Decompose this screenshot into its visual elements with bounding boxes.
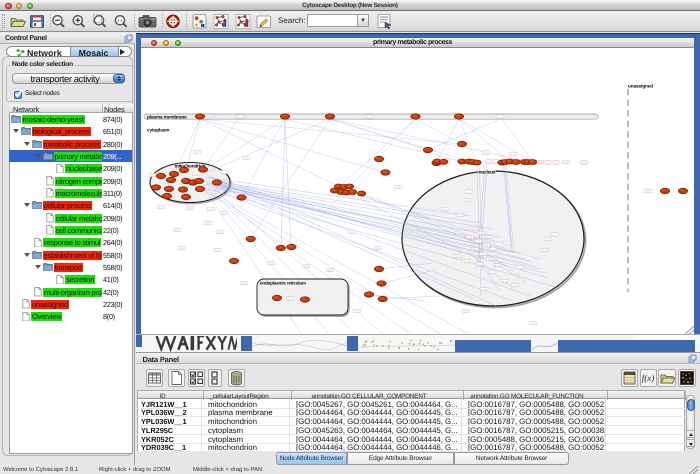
svg-text:[...]: [...] [175,229,179,232]
svg-text:[...]: [...] [467,190,471,193]
svg-text:[...]: [...] [304,265,308,268]
svg-text:[...]: [...] [531,322,535,325]
svg-text:[...]: [...] [206,222,210,225]
svg-text:[...]: [...] [484,151,488,154]
svg-text:[...]: [...] [180,247,184,250]
svg-text:[...]: [...] [355,310,359,313]
svg-text:[...]: [...] [495,264,499,267]
svg-text:[...]: [...] [468,236,472,239]
svg-text:[...]: [...] [473,248,477,251]
svg-text:1:1: 1:1 [117,18,123,23]
svg-text:[...]: [...] [159,206,163,209]
svg-text:[...]: [...] [646,190,650,193]
svg-text:[...]: [...] [443,208,447,211]
svg-text:[...]: [...] [458,214,462,217]
svg-text:[...]: [...] [269,262,273,265]
svg-text:[...]: [...] [487,236,491,239]
svg-text:[...]: [...] [481,253,485,256]
svg-text:[...]: [...] [215,249,219,252]
svg-text:[...]: [...] [222,171,226,174]
svg-text:[...]: [...] [503,280,507,283]
svg-text:[...]: [...] [494,160,498,163]
svg-text:[...]: [...] [479,232,483,235]
svg-text:[...]: [...] [554,161,558,164]
svg-text:[...]: [...] [464,260,468,263]
svg-text:[...]: [...] [376,247,380,250]
svg-text:[...]: [...] [150,174,154,177]
svg-text:endoplasmic reticulum: endoplasmic reticulum [260,280,306,285]
svg-text:[...]: [...] [553,233,557,236]
svg-text:[...]: [...] [546,238,550,241]
svg-text:[...]: [...] [511,153,515,156]
svg-text:[...]: [...] [328,269,332,272]
svg-text:[...]: [...] [456,255,460,258]
svg-text:[...]: [...] [491,248,495,251]
svg-text:unassigned: unassigned [628,83,653,88]
svg-text:[...]: [...] [498,115,502,118]
svg-text:[...]: [...] [367,115,371,118]
svg-text:[...]: [...] [188,207,192,210]
svg-text:[...]: [...] [488,258,492,261]
svg-text:[...]: [...] [195,151,199,154]
svg-text:[...]: [...] [490,271,494,274]
svg-text:[...]: [...] [209,208,213,211]
svg-text:[...]: [...] [564,161,568,164]
svg-text:[...]: [...] [242,282,246,285]
svg-text:[...]: [...] [464,310,468,313]
svg-text:[...]: [...] [218,231,222,234]
svg-text:[...]: [...] [546,161,550,164]
svg-text:[...]: [...] [238,115,242,118]
svg-text:[...]: [...] [484,244,488,247]
svg-text:[...]: [...] [505,242,509,245]
svg-text:plasma membrane: plasma membrane [147,114,187,119]
svg-text:cytoplasm: cytoplasm [147,127,169,132]
svg-text:[...]: [...] [503,252,507,255]
svg-text:[...]: [...] [582,161,586,164]
svg-text:[...]: [...] [513,284,517,287]
svg-text:[...]: [...] [472,228,476,231]
svg-text:[...]: [...] [538,161,542,164]
svg-text:nucleus: nucleus [479,169,496,174]
svg-text:[...]: [...] [487,160,491,163]
svg-text:[...]: [...] [543,249,547,252]
svg-text:[...]: [...] [222,212,226,215]
svg-text:[...]: [...] [518,266,522,269]
svg-text:[...]: [...] [288,297,292,300]
svg-text:[...]: [...] [465,199,469,202]
svg-text:[...]: [...] [350,231,354,234]
svg-text:[...]: [...] [478,263,482,266]
svg-text:[...]: [...] [476,240,480,243]
svg-text:[...]: [...] [244,157,248,160]
svg-text:[...]: [...] [396,186,400,189]
svg-text:[...]: [...] [482,288,486,291]
